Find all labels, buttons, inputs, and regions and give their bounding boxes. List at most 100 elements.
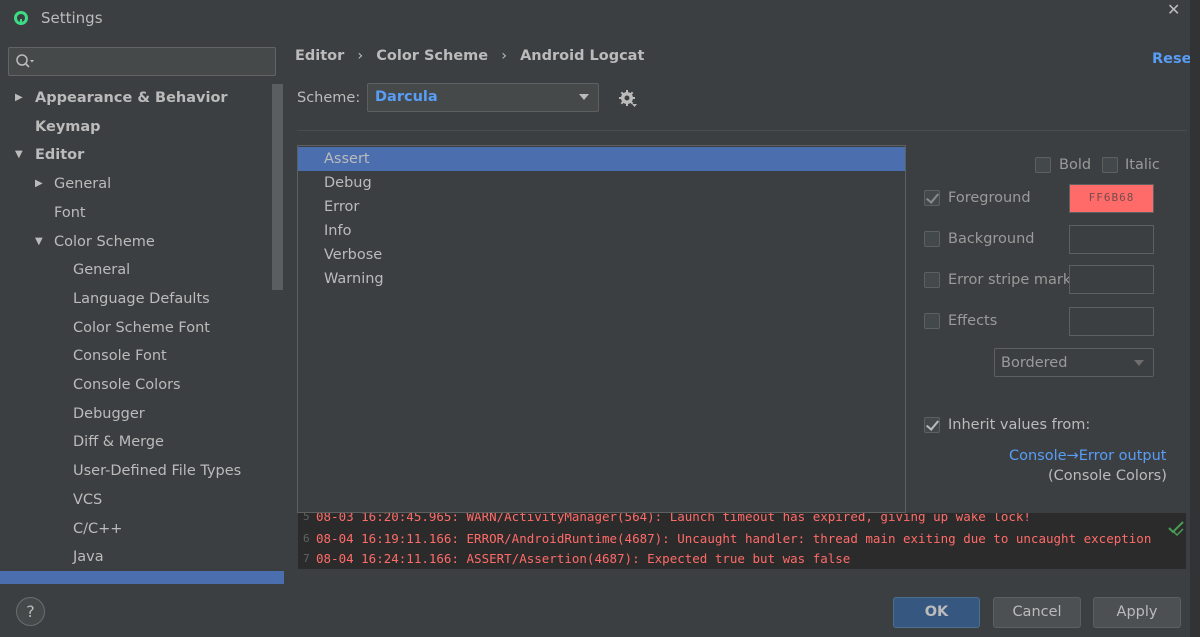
background-label: Background	[948, 231, 1035, 247]
sidebar-item[interactable]: Console Colors	[0, 371, 272, 399]
sidebar-item[interactable]: C/C++	[0, 515, 272, 543]
list-item-label: Verbose	[324, 247, 383, 263]
chevron-right-icon[interactable]: ▶	[15, 84, 23, 112]
line-text: 08-04 16:19:11.166: ERROR/AndroidRuntime…	[316, 531, 1152, 546]
sidebar-item-label: C/C++	[73, 520, 123, 537]
scheme-value: Darcula	[375, 89, 438, 105]
sidebar-item[interactable]: Keymap	[0, 113, 272, 141]
list-item-verbose[interactable]: Verbose	[298, 243, 905, 267]
sidebar-item[interactable]: Debugger	[0, 400, 272, 428]
divider	[297, 130, 1187, 131]
chevron-down-icon	[579, 94, 589, 100]
sidebar-item-label: Font	[54, 204, 86, 221]
sidebar-item-label: Console Colors	[73, 377, 181, 393]
line-number: 6	[303, 532, 310, 545]
sidebar-item[interactable]: General	[0, 256, 272, 284]
sidebar-item-label: Language Defaults	[73, 290, 210, 307]
inherit-source-link[interactable]: Console→Error output	[1009, 448, 1167, 464]
line-number: 5	[303, 513, 310, 523]
list-item-error[interactable]: Error	[298, 195, 905, 219]
sidebar-item[interactable]: ▼ Color Scheme	[0, 228, 272, 256]
sidebar-item[interactable]: ▶ Appearance & Behavior	[0, 84, 272, 112]
list-item-label: Error	[324, 199, 360, 215]
help-button[interactable]: ?	[16, 597, 45, 626]
cancel-button[interactable]: Cancel	[993, 597, 1081, 628]
log-level-list: Assert Debug Error Info Verbose Warning	[297, 145, 906, 513]
breadcrumb-item: Color Scheme	[376, 48, 489, 64]
breadcrumb-separator: ›	[501, 48, 507, 64]
sidebar-item-label: Color Scheme	[54, 233, 155, 250]
sidebar-item[interactable]: ▼ Editor	[0, 141, 272, 169]
sidebar-item[interactable]: Java	[0, 543, 272, 571]
search-icon	[16, 54, 34, 68]
sidebar-item[interactable]: VCS	[0, 486, 272, 514]
background-checkbox[interactable]	[924, 231, 940, 247]
effects-label: Effects	[948, 313, 998, 329]
list-item-label: Debug	[324, 175, 372, 191]
foreground-checkbox[interactable]	[924, 190, 940, 206]
sidebar-item[interactable]: Console Font	[0, 342, 272, 370]
list-item-debug[interactable]: Debug	[298, 171, 905, 195]
sidebar-item-label: Editor	[35, 147, 85, 164]
sidebar-item[interactable]: Diff & Merge	[0, 428, 272, 456]
line-text: 08-03 16:20:45.965: WARN/ActivityManager…	[316, 513, 1031, 524]
effects-color-swatch[interactable]	[1069, 307, 1154, 336]
apply-button[interactable]: Apply	[1093, 597, 1181, 628]
list-item-assert[interactable]: Assert	[298, 147, 905, 171]
inherit-checkbox[interactable]	[924, 417, 940, 433]
settings-sidebar: ▶ Appearance & Behavior Keymap ▼ Editor ▶ Gene…	[0, 38, 284, 584]
sidebar-item-label: Diff & Merge	[73, 434, 164, 451]
error-stripe-label: Error stripe mark	[948, 272, 1072, 288]
breadcrumb-item: Editor	[295, 48, 345, 64]
error-stripe-checkbox[interactable]	[924, 272, 940, 288]
gear-icon[interactable]	[618, 89, 638, 109]
chevron-down-icon[interactable]: ▼	[15, 141, 23, 169]
bold-checkbox[interactable]	[1035, 157, 1051, 173]
sidebar-item-label: VCS	[73, 491, 103, 508]
android-studio-icon	[14, 11, 28, 25]
sidebar-item[interactable]: Color Scheme Font	[0, 314, 272, 342]
breadcrumb: Editor › Color Scheme › Android Logcat	[295, 48, 644, 64]
error-stripe-color-swatch[interactable]	[1069, 265, 1154, 294]
line-number: 7	[303, 552, 310, 565]
chevron-down-icon[interactable]: ▼	[35, 228, 43, 256]
inherit-label: Inherit values from:	[948, 417, 1091, 433]
list-item-info[interactable]: Info	[298, 219, 905, 243]
sidebar-item-label: General	[54, 176, 112, 193]
sidebar-item[interactable]: ▶ General	[0, 170, 272, 198]
breadcrumb-item: Android Logcat	[520, 48, 645, 64]
sidebar-item-label: Keymap	[35, 118, 101, 135]
inherit-source-scheme: (Console Colors)	[1048, 468, 1167, 484]
list-item-warning[interactable]: Warning	[298, 267, 905, 291]
foreground-color-swatch[interactable]: FF6B68	[1069, 184, 1154, 213]
effects-type-dropdown[interactable]: Bordered	[994, 348, 1154, 377]
title-bar: Settings ✕	[0, 0, 1200, 38]
sidebar-selected-item[interactable]	[0, 571, 284, 584]
right-edge-strip	[1190, 0, 1200, 637]
scheme-label: Scheme:	[297, 90, 361, 106]
list-item-label: Warning	[324, 271, 384, 287]
foreground-label: Foreground	[948, 190, 1031, 206]
search-input[interactable]	[8, 47, 276, 76]
sidebar-item[interactable]: Font	[0, 199, 272, 227]
close-icon[interactable]: ✕	[1167, 0, 1180, 19]
foreground-color-value: FF6B68	[1088, 191, 1135, 204]
chevron-right-icon[interactable]: ▶	[35, 170, 43, 198]
sidebar-item-label: Console Font	[73, 348, 167, 365]
preview-editor[interactable]: 5 08-03 16:20:45.965: WARN/ActivityManag…	[298, 513, 1186, 569]
sidebar-item-label: Java	[73, 549, 104, 566]
ok-button[interactable]: OK	[893, 597, 980, 628]
sidebar-item[interactable]: Language Defaults	[0, 285, 272, 313]
sidebar-item-label: Appearance & Behavior	[35, 90, 228, 106]
breadcrumb-separator: ›	[357, 48, 364, 64]
window-title: Settings	[41, 9, 103, 27]
sidebar-item-label: Color Scheme Font	[73, 319, 210, 336]
scheme-dropdown[interactable]: Darcula	[367, 83, 599, 112]
italic-checkbox[interactable]	[1102, 157, 1118, 173]
sidebar-scrollbar[interactable]	[272, 84, 283, 290]
sidebar-item[interactable]: User-Defined File Types	[0, 457, 272, 485]
effects-checkbox[interactable]	[924, 313, 940, 329]
background-color-swatch[interactable]	[1069, 225, 1154, 254]
sidebar-item-label: General	[73, 262, 131, 279]
list-item-label: Assert	[324, 151, 370, 167]
